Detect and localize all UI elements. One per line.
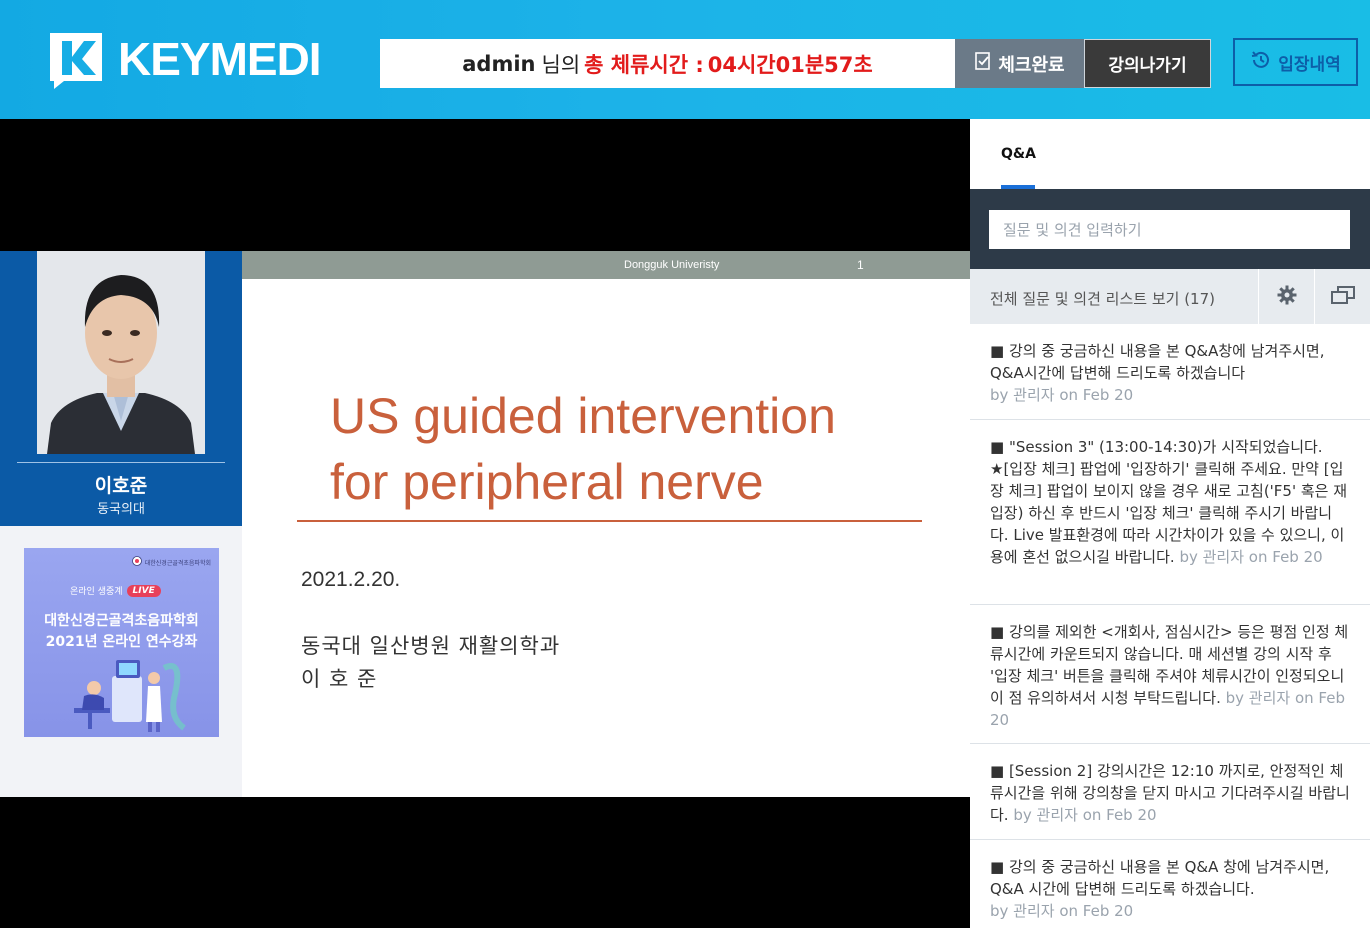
timer-user: admin [462, 51, 536, 76]
qa-message: ■ 강의 중 궁금하신 내용을 본 Q&A창에 남겨주시면, Q&A시간에 답변… [970, 324, 1370, 420]
speaker-divider [17, 462, 225, 463]
promo-panel: 대한신경근골격초음파학회 온라인 생중계 LIVE 대한신경근골격초음파학회 2… [0, 526, 242, 797]
promo-banner: 대한신경근골격초음파학회 온라인 생중계 LIVE 대한신경근골격초음파학회 2… [24, 548, 219, 737]
popout-button[interactable] [1314, 269, 1370, 324]
speaker-photo [37, 251, 205, 454]
check-complete-button[interactable]: 체크완료 [955, 39, 1084, 88]
qa-message: ■ [Session 2] 강의시간은 12:10 까지로, 안정적인 체류시간… [970, 744, 1370, 840]
entry-history-label: 입장내역 [1278, 54, 1341, 74]
video-player[interactable]: 이호준 동국의대 대한신경근골격초음파학회 온라인 생중계 LIVE 대한신경근… [0, 119, 970, 928]
speaker-name: 이호준 [94, 475, 148, 497]
qa-message-text: ■ "Session 3" (13:00-14:30)가 시작되었습니다. ★[… [990, 436, 1350, 568]
entry-history-button[interactable]: 입장내역 [1233, 38, 1358, 86]
qa-message-text: ■ 강의 중 궁금하신 내용을 본 Q&A창에 남겨주시면, Q&A시간에 답변… [990, 342, 1325, 382]
qa-list-toggle[interactable]: 전체 질문 및 의견 리스트 보기 (17) [990, 288, 1215, 309]
qa-message-meta: by 관리자 on Feb 20 [1179, 548, 1323, 566]
slide-title-rule [297, 520, 922, 522]
speaker-affiliation: 동국의대 [97, 502, 145, 517]
qa-message: ■ 강의 중 궁금하신 내용을 본 Q&A 창에 남겨주시면, Q&A 시간에 … [970, 840, 1370, 928]
ultrasound-illustration-icon [74, 660, 186, 732]
history-clock-icon [1250, 49, 1272, 76]
timer-label: 총 체류시간 : [584, 52, 704, 77]
presentation-slide: Dongguk Univeristy 1 US guided intervent… [242, 251, 970, 797]
qa-message-text: ■ 강의를 제외한 <개회사, 점심시간> 등은 평점 인정 체류시간에 카운트… [990, 621, 1350, 731]
tab-qa[interactable]: Q&A [1001, 146, 1036, 162]
settings-button[interactable] [1258, 269, 1314, 324]
qa-message-text: ■ [Session 2] 강의시간은 12:10 까지로, 안정적인 체류시간… [990, 760, 1350, 826]
qa-list-bar: 전체 질문 및 의견 리스트 보기 (17) [970, 269, 1370, 324]
qa-message-meta: by 관리자 on Feb 20 [990, 386, 1134, 404]
popout-window-icon [1330, 285, 1355, 308]
qa-message-meta: by 관리자 on Feb 20 [990, 902, 1134, 920]
slide-page-number: 1 [857, 258, 864, 272]
stay-time-display: admin 님의 총 체류시간 : 04시간01분57초 [380, 39, 955, 88]
timer-value: 04시간01분57초 [707, 52, 873, 77]
live-badge: LIVE [126, 584, 161, 597]
slide-presenter: 이 호 준 [301, 667, 378, 691]
slide-university: Dongguk Univeristy [624, 259, 720, 271]
promo-live-label: 온라인 생중계 [70, 587, 123, 597]
checklist-icon [974, 51, 992, 76]
slide-header-bar: Dongguk Univeristy 1 [242, 251, 970, 279]
keymedi-logo-icon [46, 31, 108, 89]
promo-society: 대한신경근골격초음파학회 [131, 556, 211, 568]
qa-message-body: ■ "Session 3" (13:00-14:30)가 시작되었습니다. ★[… [990, 438, 1348, 566]
qa-message: ■ "Session 3" (13:00-14:30)가 시작되었습니다. ★[… [970, 420, 1370, 605]
qa-message-meta: by 관리자 on Feb 20 [1013, 806, 1157, 824]
speaker-panel: 이호준 동국의대 [0, 251, 242, 526]
slide-department: 동국대 일산병원 재활의학과 [301, 634, 561, 658]
promo-title-line1: 대한신경근골격초음파학회 [44, 613, 199, 629]
slide-title-line2: for peripheral nerve [330, 454, 764, 510]
logo-text: KEYMEDI [118, 33, 322, 85]
check-complete-label: 체크완료 [998, 54, 1065, 75]
qa-tabs: Q&A [970, 119, 1370, 189]
top-header: KEYMEDI admin 님의 총 체류시간 : 04시간01분57초 체크완… [0, 0, 1370, 119]
promo-society-text: 대한신경근골격초음파학회 [144, 559, 211, 567]
qa-panel: Q&A 전체 질문 및 의견 리스트 보기 (17) [970, 119, 1370, 928]
timer-user-suffix: 님의 [541, 52, 581, 77]
exit-lecture-button[interactable]: 강의나가기 [1084, 39, 1211, 88]
qa-message: ■ 강의를 제외한 <개회사, 점심시간> 등은 평점 인정 체류시간에 카운트… [970, 605, 1370, 744]
slide-title-line1: US guided intervention [330, 388, 836, 444]
society-emblem-icon [131, 556, 142, 568]
keymedi-logo[interactable]: KEYMEDI [46, 30, 322, 89]
qa-input-bar [970, 189, 1370, 269]
gear-icon [1277, 285, 1297, 309]
promo-live-row: 온라인 생중계 LIVE [70, 584, 161, 597]
qa-message-text: ■ 강의 중 궁금하신 내용을 본 Q&A 창에 남겨주시면, Q&A 시간에 … [990, 858, 1330, 898]
question-input[interactable] [989, 210, 1350, 249]
slide-date: 2021.2.20. [301, 568, 401, 591]
